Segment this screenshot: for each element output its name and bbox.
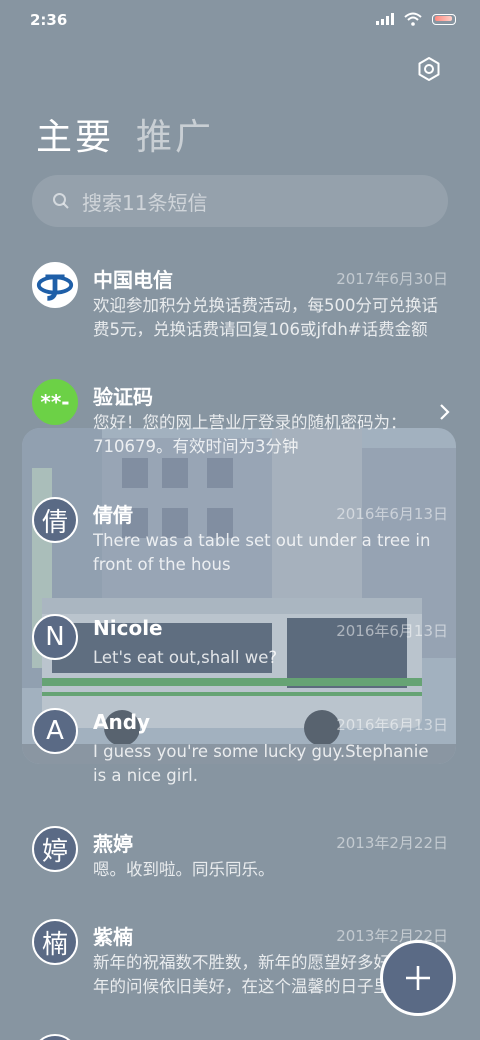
list-item[interactable]: 倩 倩倩 2016年6月13日 There was a table set ou…: [0, 493, 480, 603]
avatar: **-: [32, 379, 78, 425]
contact-name: 子玲: [93, 1036, 133, 1040]
message-preview: There was a table set out under a tree i…: [93, 531, 431, 574]
message-date: 2017年6月30日: [336, 270, 448, 288]
avatar: A: [32, 708, 78, 754]
avatar-text: N: [45, 622, 65, 652]
status-icons: [376, 12, 456, 26]
message-preview: I guess you're some lucky guy.Stephanie …: [93, 742, 429, 785]
message-date: 2013年2月22日: [336, 834, 448, 852]
list-item[interactable]: 中国电信 2017年6月30日 欢迎参加积分兑换话费活动，每500分可兑换话费5…: [0, 258, 480, 368]
chevron-right-icon[interactable]: [438, 403, 450, 421]
avatar-text: **-: [40, 390, 70, 414]
message-date: 2016年6月13日: [336, 622, 448, 640]
message-date: 2016年6月13日: [336, 716, 448, 734]
message-preview: Let's eat out,shall we?: [93, 648, 278, 667]
contact-name: Andy: [93, 710, 151, 734]
message-date: 2016年6月13日: [336, 505, 448, 523]
contact-name: Nicole: [93, 616, 163, 640]
avatar: 婷: [32, 826, 78, 872]
avatar-text: A: [46, 716, 64, 746]
search-icon: [53, 193, 69, 209]
search-input[interactable]: 搜索11条短信: [82, 187, 207, 216]
signal-icon: [376, 13, 394, 25]
avatar: [32, 262, 78, 308]
battery-icon: [432, 13, 456, 25]
contact-name: 中国电信: [93, 268, 173, 292]
avatar: [32, 1034, 78, 1040]
status-bar: 2:36: [0, 0, 480, 40]
list-item[interactable]: 子玲: [0, 1030, 480, 1040]
list-item[interactable]: **- 验证码 您好！您的网上营业厅登录的随机密码为：710679。有效时间为3…: [0, 375, 480, 485]
avatar-text: 倩: [41, 507, 68, 538]
contact-name: 倩倩: [93, 503, 133, 527]
status-time: 2:36: [30, 11, 68, 29]
avatar: 楠: [32, 919, 78, 965]
tab-primary[interactable]: 主要: [36, 108, 114, 160]
list-item[interactable]: A Andy 2016年6月13日 I guess you're some lu…: [0, 704, 480, 814]
contact-name: 验证码: [93, 385, 153, 409]
contact-name: 燕婷: [93, 832, 133, 856]
settings-gear-icon[interactable]: [416, 56, 442, 82]
category-tabs: 主要 推广: [36, 108, 214, 160]
message-preview: 欢迎参加积分兑换话费活动，每500分可兑换话费5元，兑换话费请回复106或jfd…: [93, 296, 438, 339]
plus-icon: [406, 966, 430, 990]
china-telecom-logo-icon: [36, 274, 74, 301]
message-preview: 您好！您的网上营业厅登录的随机密码为：710679。有效时间为3分钟: [93, 413, 407, 456]
avatar-text: 婷: [41, 836, 68, 867]
search-bar[interactable]: 搜索11条短信: [32, 175, 448, 227]
contact-name: 紫楠: [93, 925, 133, 949]
avatar: N: [32, 614, 78, 660]
avatar-text: 楠: [41, 929, 68, 960]
avatar: 倩: [32, 497, 78, 543]
message-preview: 嗯。收到啦。同乐同乐。: [93, 860, 275, 879]
wifi-icon: [404, 12, 422, 26]
compose-button[interactable]: [380, 940, 456, 1016]
tab-promotions[interactable]: 推广: [136, 108, 214, 160]
